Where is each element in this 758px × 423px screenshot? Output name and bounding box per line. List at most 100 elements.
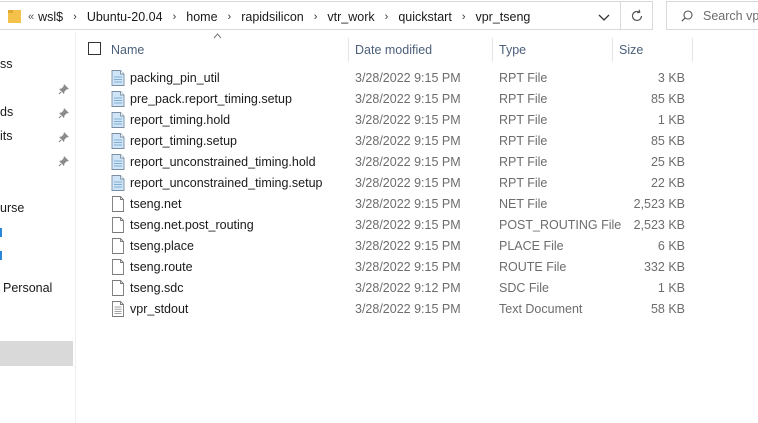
file-row[interactable]: report_timing.setup 3/28/2022 9:15 PM RPT …: [76, 131, 758, 152]
nav-item-selected[interactable]: [0, 341, 73, 366]
column-header-date[interactable]: Date modified: [355, 43, 432, 57]
breadcrumb-item[interactable]: rapidsilicon: [241, 10, 304, 24]
file-name: packing_pin_util: [130, 71, 220, 85]
breadcrumb-item[interactable]: vtr_work: [327, 10, 374, 24]
nav-item-icon-fragment[interactable]: [0, 251, 2, 260]
breadcrumb-item[interactable]: home: [186, 10, 217, 24]
file-size: 1 KB: [657, 281, 685, 295]
file-type: PLACE File: [499, 239, 564, 253]
file-row[interactable]: report_timing.hold 3/28/2022 9:15 PM RPT F…: [76, 110, 758, 131]
file-type: RPT File: [499, 134, 548, 148]
nav-item-course[interactable]: urse: [0, 201, 24, 215]
breadcrumb-item[interactable]: vpr_tseng: [475, 10, 530, 24]
rpt-file-icon: [111, 154, 125, 170]
file-row[interactable]: tseng.route 3/28/2022 9:15 PM ROUTE File 33…: [76, 257, 758, 278]
nav-item-quick-access[interactable]: ss: [0, 57, 13, 71]
file-row[interactable]: report_unconstrained_timing.setup 3/28/20…: [76, 173, 758, 194]
refresh-button[interactable]: [621, 1, 653, 30]
file-row[interactable]: tseng.place 3/28/2022 9:15 PM PLACE File 6 …: [76, 236, 758, 257]
breadcrumb-separator[interactable]: ›: [173, 11, 177, 23]
file-row[interactable]: tseng.net.post_routing 3/28/2022 9:15 PM P…: [76, 215, 758, 236]
pin-icon[interactable]: [58, 83, 70, 95]
chevron-down-icon[interactable]: [597, 10, 611, 24]
column-divider[interactable]: [612, 38, 613, 62]
folder-icon: [8, 10, 21, 23]
column-divider[interactable]: [492, 38, 493, 62]
breadcrumb-item[interactable]: quickstart: [398, 10, 452, 24]
file-type: RPT File: [499, 155, 548, 169]
rpt-file-icon: [111, 70, 125, 86]
file-size: 85 KB: [650, 92, 685, 106]
navigation-pane: ss ds its urse Personal: [0, 32, 74, 423]
breadcrumb-separator[interactable]: ›: [385, 11, 389, 23]
file-icon: [111, 280, 125, 296]
file-name: tseng.route: [130, 260, 193, 274]
file-row[interactable]: packing_pin_util 3/28/2022 9:15 PM RPT Fil…: [76, 68, 758, 89]
file-date-modified: 3/28/2022 9:15 PM: [355, 218, 461, 232]
refresh-icon: [631, 9, 642, 21]
file-name: vpr_stdout: [130, 302, 189, 316]
pin-icon[interactable]: [58, 131, 70, 143]
rpt-file-icon: [111, 91, 125, 107]
file-type: RPT File: [499, 71, 548, 85]
file-date-modified: 3/28/2022 9:15 PM: [355, 176, 461, 190]
sort-ascending-icon: [213, 33, 222, 39]
file-row[interactable]: tseng.sdc 3/28/2022 9:12 PM SDC File 1 KB: [76, 278, 758, 299]
file-size: 2,523 KB: [633, 218, 685, 232]
file-name: report_timing.hold: [130, 113, 231, 127]
search-icon: [681, 9, 693, 22]
breadcrumb-separator[interactable]: ›: [73, 11, 77, 23]
column-divider[interactable]: [348, 38, 349, 62]
file-size: 85 KB: [650, 134, 685, 148]
file-row[interactable]: vpr_stdout 3/28/2022 9:15 PM Text Document…: [76, 299, 758, 320]
column-divider[interactable]: [692, 38, 693, 62]
nav-item-documents[interactable]: its: [0, 129, 13, 143]
file-icon: [111, 238, 125, 254]
file-size: 332 KB: [643, 260, 685, 274]
nav-item-downloads[interactable]: ds: [0, 105, 13, 119]
file-size: 6 KB: [657, 239, 685, 253]
file-name: tseng.sdc: [130, 281, 184, 295]
address-bar-row: « wsl$ › Ubuntu-20.04 › home › rapidsili…: [0, 0, 758, 32]
pin-icon[interactable]: [58, 155, 70, 167]
column-header-type[interactable]: Type: [499, 43, 526, 57]
breadcrumb-item[interactable]: wsl$: [38, 10, 63, 24]
breadcrumb-overflow[interactable]: «: [28, 11, 34, 23]
column-header-name[interactable]: Name: [111, 43, 144, 57]
file-date-modified: 3/28/2022 9:15 PM: [355, 134, 461, 148]
file-date-modified: 3/28/2022 9:15 PM: [355, 197, 461, 211]
file-name: tseng.net.post_routing: [130, 218, 254, 232]
column-header-size[interactable]: Size: [619, 43, 643, 57]
rpt-file-icon: [111, 133, 125, 149]
search-box[interactable]: Search vp: [666, 1, 758, 30]
file-date-modified: 3/28/2022 9:15 PM: [355, 113, 461, 127]
breadcrumb-item[interactable]: Ubuntu-20.04: [87, 10, 163, 24]
file-name: report_unconstrained_timing.hold: [130, 155, 316, 169]
breadcrumb-separator[interactable]: ›: [228, 11, 232, 23]
nav-item-icon-fragment[interactable]: [0, 228, 2, 237]
file-name: report_timing.setup: [130, 134, 238, 148]
file-size: 58 KB: [650, 302, 685, 316]
file-type: RPT File: [499, 92, 548, 106]
file-icon: [111, 196, 125, 212]
file-name: report_unconstrained_timing.setup: [130, 176, 323, 190]
nav-item-onedrive-personal[interactable]: Personal: [3, 281, 52, 295]
file-date-modified: 3/28/2022 9:15 PM: [355, 302, 461, 316]
file-type: POST_ROUTING File: [499, 218, 622, 232]
select-all-checkbox[interactable]: [88, 42, 101, 55]
file-date-modified: 3/28/2022 9:15 PM: [355, 92, 461, 106]
file-type: SDC File: [499, 281, 550, 295]
file-date-modified: 3/28/2022 9:15 PM: [355, 155, 461, 169]
pin-icon[interactable]: [58, 107, 70, 119]
file-row[interactable]: report_unconstrained_timing.hold 3/28/202…: [76, 152, 758, 173]
breadcrumb-separator[interactable]: ›: [462, 11, 466, 23]
breadcrumb-separator[interactable]: ›: [314, 11, 318, 23]
file-date-modified: 3/28/2022 9:15 PM: [355, 71, 461, 85]
address-bar[interactable]: « wsl$ › Ubuntu-20.04 › home › rapidsili…: [0, 1, 621, 30]
file-row[interactable]: tseng.net 3/28/2022 9:15 PM NET File 2,523 …: [76, 194, 758, 215]
file-date-modified: 3/28/2022 9:12 PM: [355, 281, 461, 295]
file-icon: [111, 217, 125, 233]
file-row[interactable]: pre_pack.report_timing.setup 3/28/2022 9:…: [76, 89, 758, 110]
file-type: RPT File: [499, 176, 548, 190]
search-input[interactable]: Search vp: [703, 9, 758, 23]
